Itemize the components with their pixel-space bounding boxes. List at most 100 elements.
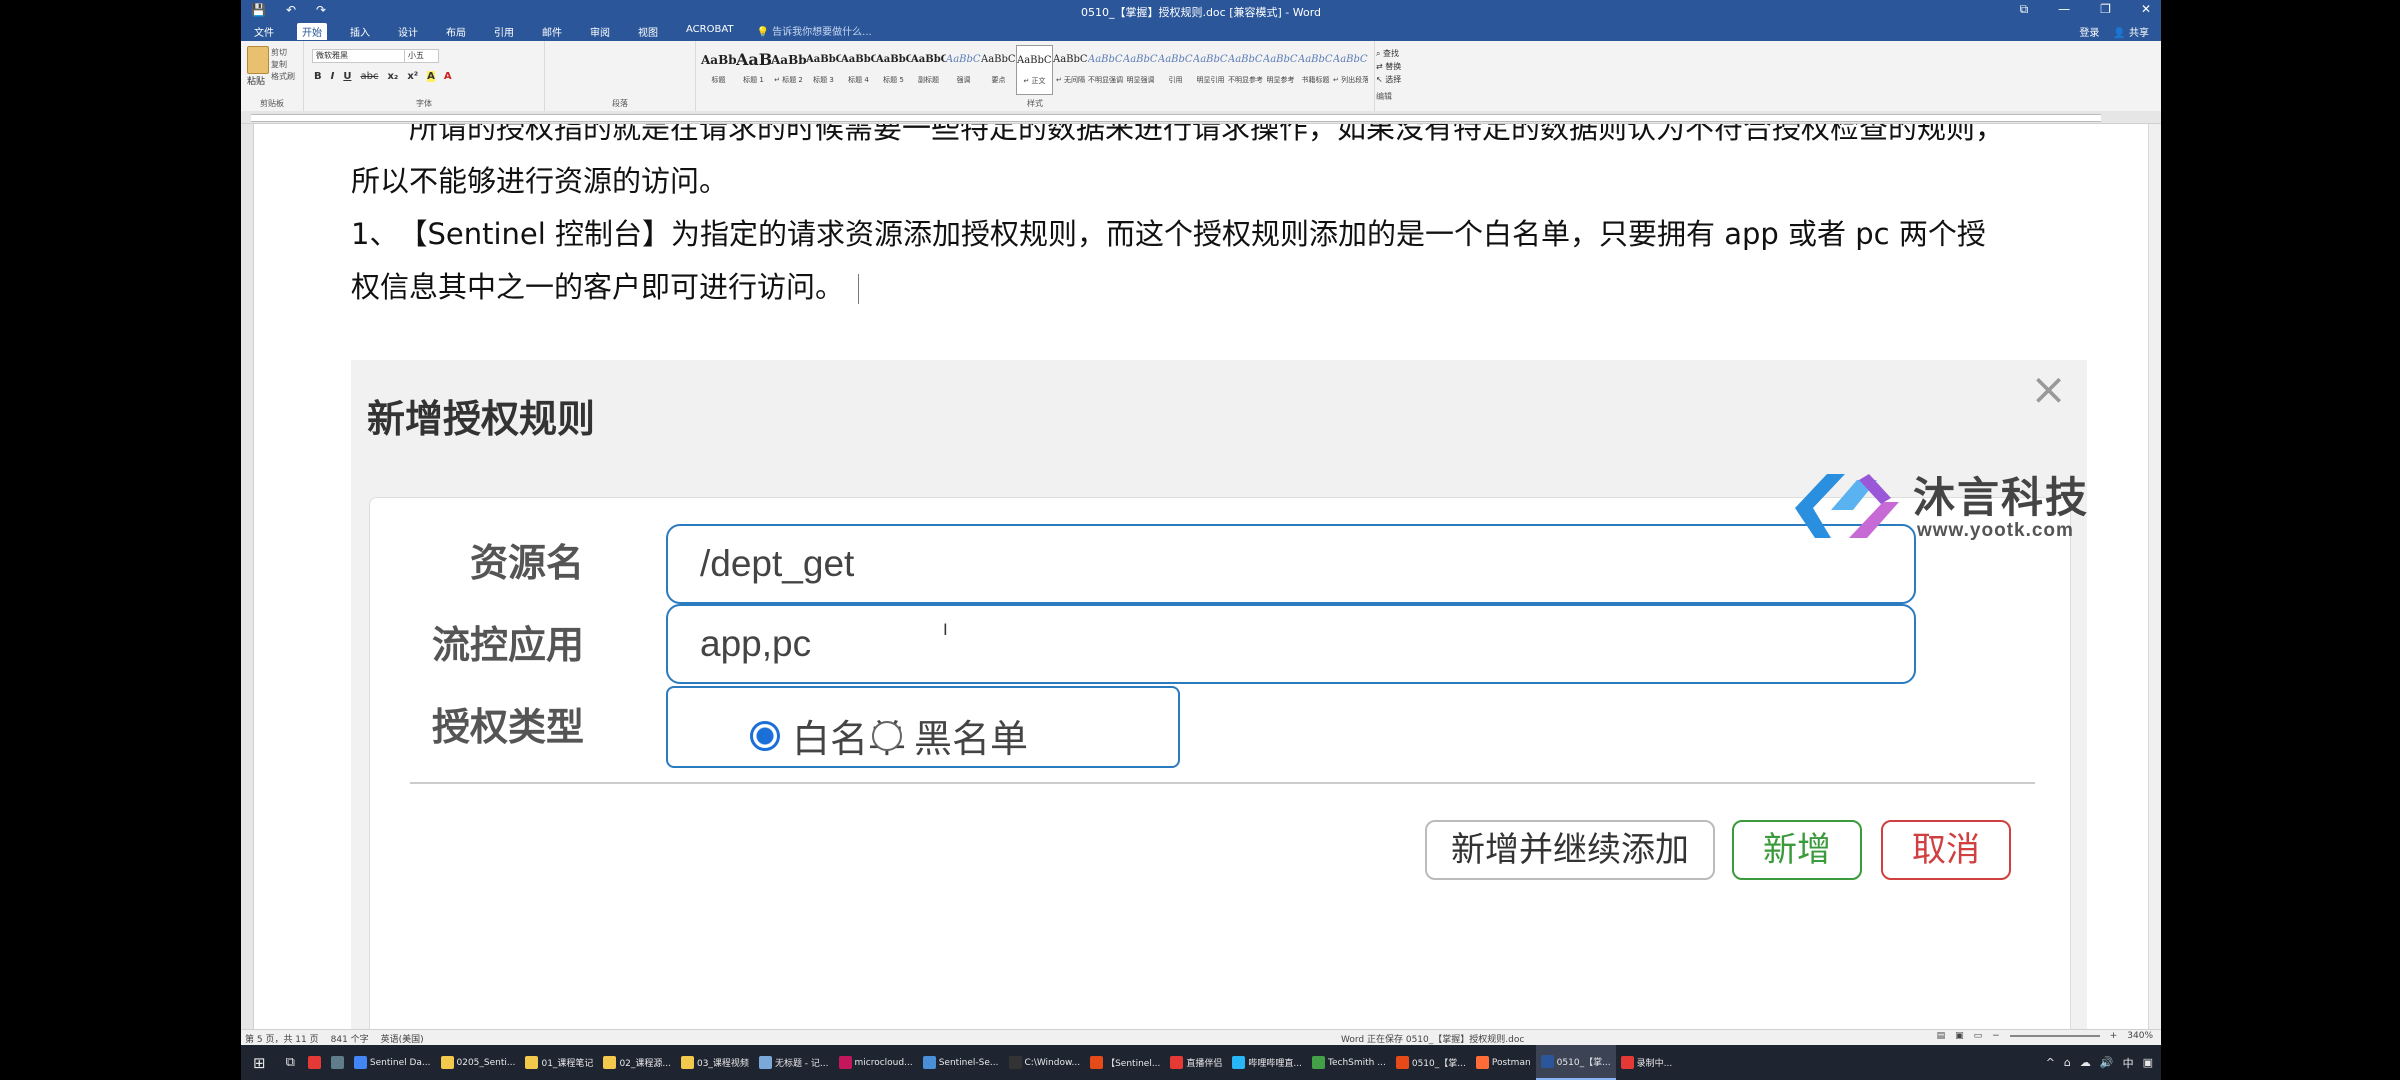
find-button[interactable]: ⌕ 查找 [1376, 47, 1401, 60]
print-layout-icon[interactable]: ▣ [1955, 1031, 1964, 1041]
underline-button[interactable]: U [343, 71, 351, 82]
superscript-button[interactable]: x² [407, 71, 418, 82]
taskbar-app-button[interactable]: 03_课程视频 [676, 1045, 754, 1080]
italic-button[interactable]: I [331, 71, 335, 82]
cancel-button[interactable]: 取消 [1881, 820, 2011, 880]
horizontal-ruler[interactable] [241, 111, 2161, 124]
share-button[interactable]: 👤 共享 [2113, 24, 2149, 39]
taskbar-app-button[interactable]: 直播伴侣 [1165, 1045, 1227, 1080]
select-button[interactable]: ↖ 选择 [1376, 73, 1401, 86]
ribbon-display-icon[interactable]: ⧉ [2020, 2, 2029, 17]
taskbar-app-button[interactable]: 0205_Senti... [436, 1045, 521, 1080]
taskbar-app-button[interactable]: 02_课程源... [598, 1045, 676, 1080]
taskbar-app-button[interactable]: 录制中... [1616, 1045, 1678, 1080]
read-mode-icon[interactable]: ▤ [1937, 1031, 1946, 1041]
language-status[interactable]: 英语(美国) [381, 1032, 424, 1045]
taskbar-app-button[interactable]: C:\Window... [1004, 1045, 1086, 1080]
taskbar-app-label: microcloud... [854, 1057, 913, 1068]
close-icon[interactable]: ✕ [2141, 2, 2151, 17]
tab-acrobat[interactable]: ACROBAT [681, 23, 739, 40]
close-icon[interactable]: × [2030, 364, 2067, 415]
clipboard-group-label: 剪贴板 [260, 99, 284, 108]
tray-expand-icon[interactable]: ^ [2046, 1056, 2055, 1069]
format-painter-button[interactable]: 格式刷 [271, 71, 295, 83]
paste-icon[interactable] [247, 46, 269, 74]
taskbar-app-button[interactable]: Sentinel-Se... [918, 1045, 1004, 1080]
subscript-button[interactable]: x₂ [387, 71, 398, 82]
tab-review[interactable]: 审阅 [585, 23, 615, 40]
vertical-ruler[interactable] [241, 124, 254, 1029]
tab-file[interactable]: 文件 [249, 23, 279, 40]
taskbar-app-button[interactable]: 【Sentinel... [1085, 1045, 1165, 1080]
taskbar-app-label: 哔哩哔哩直... [1248, 1059, 1303, 1069]
font-color-button[interactable]: A [444, 71, 452, 82]
minimize-icon[interactable]: — [2058, 2, 2070, 17]
taskbar-app-button[interactable]: Postman [1471, 1045, 1536, 1080]
limit-app-input[interactable]: app,pc [666, 604, 1916, 684]
copy-button[interactable]: 复制 [271, 59, 295, 71]
restore-icon[interactable]: ❐ [2100, 2, 2111, 17]
zoom-out-icon[interactable]: − [1992, 1031, 2000, 1041]
save-status: Word 正在保存 0510_【掌握】授权规则.doc [1341, 1035, 1525, 1045]
embedded-dialog-screenshot[interactable]: 新增授权规则 × 资源名 /dept_get 流控应用 app,pc 授权类型 … [351, 360, 2087, 1029]
add-button[interactable]: 新增 [1732, 820, 1862, 880]
zoom-in-icon[interactable]: + [2110, 1031, 2118, 1041]
taskbar-app-button[interactable]: 0510_【掌... [1535, 1045, 1616, 1080]
taskbar-app-button[interactable]: 哔哩哔哩直... [1227, 1045, 1307, 1080]
tray-volume-icon[interactable]: 🔊 [2100, 1056, 2114, 1069]
taskbar-app-button[interactable]: 01_课程笔记 [520, 1045, 598, 1080]
tab-view[interactable]: 视图 [633, 23, 663, 40]
strikethrough-button[interactable]: abc [360, 71, 378, 82]
taskbar-app-button[interactable]: 0510_【掌... [1391, 1045, 1471, 1080]
highlight-button[interactable]: A [427, 71, 435, 82]
tab-mailings[interactable]: 邮件 [537, 23, 567, 40]
replace-button[interactable]: ⇄ 替换 [1376, 60, 1401, 73]
pinned-app-icon[interactable] [303, 1045, 326, 1080]
auth-type-label: 授权类型 [431, 705, 584, 749]
paragraph-group-label: 段落 [612, 99, 628, 108]
cut-button[interactable]: 剪切 [271, 47, 295, 59]
taskbar-app-button[interactable]: 无标题 - 记... [754, 1045, 834, 1080]
taskbar-app-button[interactable]: TechSmith ... [1307, 1045, 1391, 1080]
tab-insert[interactable]: 插入 [345, 23, 375, 40]
yootk-logo-icon [1795, 474, 1899, 538]
blacklist-radio[interactable]: 黑名单 [872, 708, 1028, 763]
bold-button[interactable]: B [314, 71, 322, 82]
tray-network-icon[interactable]: ⌂ [2064, 1056, 2071, 1069]
notification-icon[interactable]: ▣ [2143, 1056, 2153, 1069]
pinned-app-icon[interactable] [326, 1045, 349, 1080]
zoom-slider[interactable] [2009, 1035, 2100, 1037]
taskbar-app-label: Sentinel-Se... [938, 1057, 999, 1068]
app-icon [603, 1056, 617, 1069]
taskbar-app-button[interactable]: Sentinel Da... [349, 1045, 436, 1080]
share-icon: 👤 [2113, 28, 2126, 39]
document-paragraph-2: 1、 【Sentinel 控制台】为指定的请求资源添加授权规则，而这个授权规则添… [351, 217, 1986, 251]
zoom-level[interactable]: 340% [2127, 1031, 2153, 1041]
start-icon[interactable]: ⊞ [241, 1045, 278, 1080]
window-controls: ⧉ — ❐ ✕ [2020, 2, 2151, 17]
taskbar-app-button[interactable]: microcloud... [834, 1045, 918, 1080]
tab-layout[interactable]: 布局 [441, 23, 471, 40]
document-paragraph-2-continued: 权信息其中之一的客户即可进行访问。 [351, 261, 2081, 314]
tray-cloud-icon[interactable]: ☁ [2080, 1056, 2091, 1069]
web-layout-icon[interactable]: ▭ [1974, 1031, 1983, 1041]
add-and-continue-button[interactable]: 新增并继续添加 [1425, 820, 1715, 880]
limit-app-label: 流控应用 [431, 623, 584, 667]
page-count[interactable]: 第 5 页，共 11 页 [245, 1032, 319, 1045]
tab-home[interactable]: 开始 [297, 23, 327, 40]
font-size-select[interactable]: 小五 [404, 49, 439, 63]
tray-ime-icon[interactable]: 中 [2123, 1055, 2134, 1071]
tab-references[interactable]: 引用 [489, 23, 519, 40]
font-name-select[interactable]: 微软雅黑 [312, 49, 405, 63]
task-view-icon[interactable]: ⧉ [278, 1045, 303, 1080]
clipboard-items: 剪切 复制 格式刷 [271, 47, 295, 83]
document-paragraph-1: 所谓的授权指的就是在请求的时候需要一些特定的数据来进行请求操作，如果没有特定的数… [351, 124, 2081, 155]
word-count[interactable]: 841 个字 [331, 1032, 369, 1045]
tell-me-search[interactable]: 💡 告诉我你想要做什么... [757, 23, 872, 40]
editing-group-label: 编辑 [1376, 92, 1392, 101]
tab-design[interactable]: 设计 [393, 23, 423, 40]
document-page[interactable]: 所谓的授权指的就是在请求的时候需要一些特定的数据来进行请求操作，如果没有特定的数… [254, 124, 2148, 1029]
login-link[interactable]: 登录 [2079, 24, 2099, 39]
resource-name-input[interactable]: /dept_get [666, 524, 1916, 604]
vertical-scrollbar[interactable] [2148, 124, 2161, 1029]
